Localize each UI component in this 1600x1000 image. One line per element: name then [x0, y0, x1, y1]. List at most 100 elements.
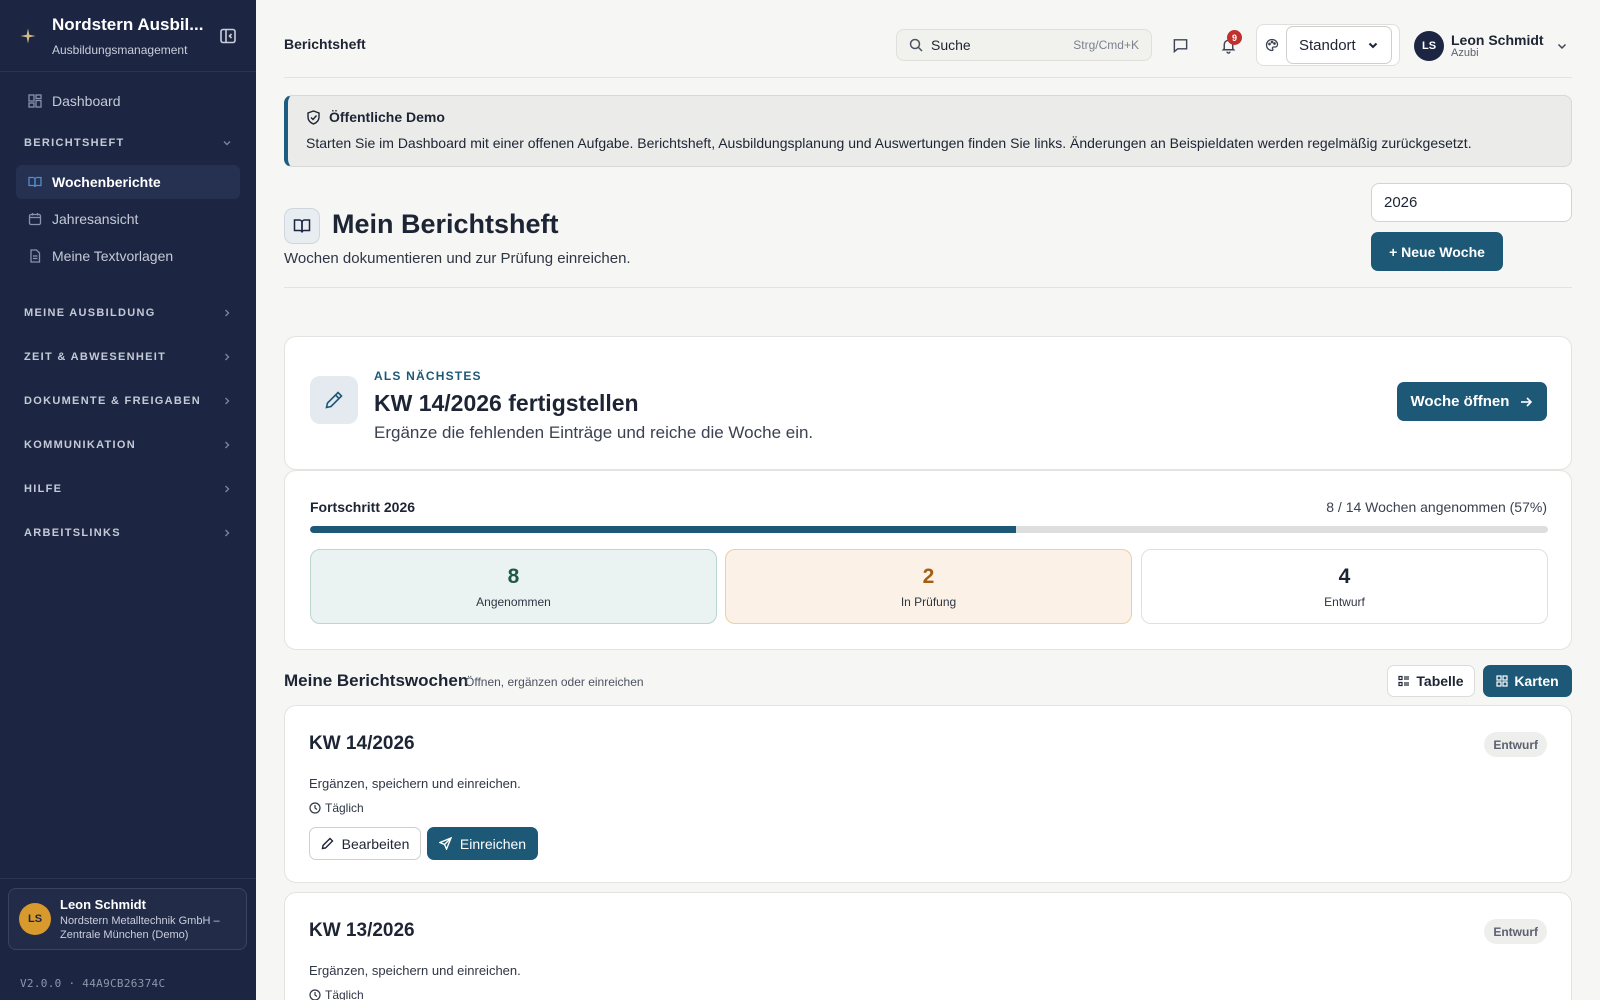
status-badge: Entwurf: [1484, 732, 1547, 757]
weeks-list-title: Meine Berichtswochen: [284, 671, 469, 690]
chevron-down-icon: [222, 138, 232, 148]
section-label: KOMMUNIKATION: [24, 439, 137, 451]
new-week-button[interactable]: + Neue Woche: [1371, 232, 1503, 271]
user-name: Leon Schmidt: [1451, 32, 1544, 48]
sidebar-item-label: Dashboard: [52, 93, 121, 109]
sidebar-item-textvorlagen[interactable]: Meine Textvorlagen: [16, 239, 240, 273]
topbar: Berichtsheft Strg/Cmd+K 9 Standort LS Le…: [284, 22, 1572, 78]
sidebar-section-dokumente-freigaben[interactable]: DOKUMENTE & FREIGABEN: [0, 379, 256, 423]
stat-label: Angenommen: [476, 594, 551, 609]
sidebar-item-label: Meine Textvorlagen: [52, 248, 174, 264]
demo-banner-text: Starten Sie im Dashboard mit einer offen…: [306, 135, 1472, 151]
week-card: KW 14/2026 Entwurf Ergänzen, speichern u…: [284, 705, 1572, 883]
user-role: Azubi: [1451, 47, 1479, 59]
sidebar-item-dashboard[interactable]: Dashboard: [16, 84, 240, 118]
sidebar-section-kommunikation[interactable]: KOMMUNIKATION: [0, 423, 256, 467]
demo-banner-title: Öffentliche Demo: [329, 109, 445, 125]
sidebar-item-jahresansicht[interactable]: Jahresansicht: [16, 202, 240, 236]
section-label: HILFE: [24, 483, 63, 495]
stat-value: 8: [507, 564, 520, 588]
status-badge: Entwurf: [1484, 919, 1547, 944]
chevron-right-icon: [222, 308, 232, 318]
search-shortcut: Strg/Cmd+K: [1073, 38, 1139, 52]
berichtsheft-nav: Wochenberichte Jahresansicht Meine Textv…: [0, 165, 256, 273]
next-task-eyebrow: ALS NÄCHSTES: [374, 369, 482, 383]
sidebar-item-label: Jahresansicht: [52, 211, 139, 227]
search-box[interactable]: Strg/Cmd+K: [896, 29, 1152, 61]
location-select[interactable]: Standort: [1286, 26, 1392, 64]
submit-week-button[interactable]: Einreichen: [427, 827, 538, 860]
stat-in-review: 2 In Prüfung: [725, 549, 1132, 624]
notifications-button[interactable]: 9: [1212, 29, 1244, 61]
page-title: Mein Berichtsheft: [332, 209, 559, 239]
sidebar: Nordstern Ausbil... Ausbildungsmanagemen…: [0, 0, 256, 1000]
grid-icon: [1496, 675, 1514, 687]
edit-week-label: Bearbeiten: [341, 835, 410, 852]
sidebar-divider: [0, 878, 256, 879]
chevron-right-icon: [222, 352, 232, 362]
chevron-down-icon: [1367, 39, 1379, 51]
section-label: DOKUMENTE & FREIGABEN: [24, 395, 202, 407]
year-input[interactable]: [1371, 183, 1572, 222]
sidebar-section-berichtsheft[interactable]: BERICHTSHEFT: [0, 121, 256, 165]
submit-week-label: Einreichen: [459, 835, 527, 852]
next-task-title: KW 14/2026 fertigstellen: [374, 390, 639, 416]
next-task-subtitle: Ergänze die fehlenden Einträge und reich…: [374, 423, 814, 442]
app-version: V2.0.0 · 44A9CB26374C: [20, 977, 166, 990]
message-square-icon: [1172, 37, 1189, 54]
sidebar-section-meine-ausbildung[interactable]: MEINE AUSBILDUNG: [0, 291, 256, 335]
chevron-right-icon: [222, 484, 232, 494]
book-open-icon: [28, 175, 42, 189]
messages-button[interactable]: [1164, 29, 1196, 61]
stat-accepted: 8 Angenommen: [310, 549, 717, 624]
star-logo-icon: [20, 28, 36, 44]
sidebar-section-arbeitslinks[interactable]: ARBEITSLINKS: [0, 511, 256, 555]
section-label: BERICHTSHEFT: [24, 137, 125, 149]
view-table-button[interactable]: Tabelle: [1387, 665, 1475, 697]
brand-title: Nordstern Ausbil...: [52, 14, 204, 34]
palette-icon: [1265, 38, 1279, 52]
progress-bar-fill: [310, 526, 1016, 533]
sidebar-section-zeit-abwesenheit[interactable]: ZEIT & ABWESENHEIT: [0, 335, 256, 379]
sidebar-collapse-icon[interactable]: [218, 26, 238, 46]
progress-bar: [310, 526, 1548, 533]
week-card: KW 13/2026 Entwurf Ergänzen, speichern u…: [284, 892, 1572, 1000]
location-select-value: Standort: [1299, 36, 1356, 54]
section-label: MEINE AUSBILDUNG: [24, 307, 156, 319]
stat-value: 2: [922, 564, 935, 588]
file-text-icon: [28, 249, 42, 263]
edit-week-button[interactable]: Bearbeiten: [309, 827, 421, 860]
clock-icon: [309, 989, 325, 1000]
section-label: ARBEITSLINKS: [24, 527, 121, 539]
demo-banner: Öffentliche Demo Starten Sie im Dashboar…: [284, 95, 1572, 167]
user-menu[interactable]: LS Leon Schmidt Azubi: [1414, 29, 1572, 63]
breadcrumb: Berichtsheft: [284, 36, 366, 52]
sidebar-item-wochenberichte[interactable]: Wochenberichte: [16, 165, 240, 199]
next-task-icon-box: [310, 376, 358, 424]
stat-draft: 4 Entwurf: [1141, 549, 1548, 624]
week-description: Ergänzen, speichern und einreichen.: [309, 963, 521, 978]
list-icon: [1398, 675, 1416, 687]
page-icon: [284, 208, 320, 244]
open-week-button[interactable]: Woche öffnen: [1397, 382, 1547, 421]
chevron-right-icon: [222, 528, 232, 538]
next-task-card: ALS NÄCHSTES KW 14/2026 fertigstellen Er…: [284, 336, 1572, 470]
sidebar-user-card[interactable]: LS Leon Schmidt Nordstern Metalltechnik …: [8, 888, 247, 950]
open-week-label: Woche öffnen: [1410, 393, 1510, 410]
week-frequency: Täglich: [309, 988, 364, 1000]
sidebar-nav: Dashboard: [0, 72, 256, 118]
week-title: KW 13/2026: [309, 920, 415, 941]
search-input[interactable]: [931, 37, 1061, 53]
calendar-icon: [28, 212, 42, 226]
dashboard-grid-icon: [28, 94, 42, 108]
header-divider: [284, 287, 1572, 288]
sidebar-user-name: Leon Schmidt: [60, 896, 146, 912]
brand-subtitle: Ausbildungsmanagement: [52, 42, 188, 57]
stat-value: 4: [1338, 564, 1351, 588]
sidebar-section-hilfe[interactable]: HILFE: [0, 467, 256, 511]
book-open-icon: [293, 217, 311, 235]
view-cards-button[interactable]: Karten: [1483, 665, 1572, 697]
search-icon: [909, 38, 923, 52]
progress-label: Fortschritt 2026: [310, 499, 416, 515]
week-description: Ergänzen, speichern und einreichen.: [309, 776, 521, 791]
